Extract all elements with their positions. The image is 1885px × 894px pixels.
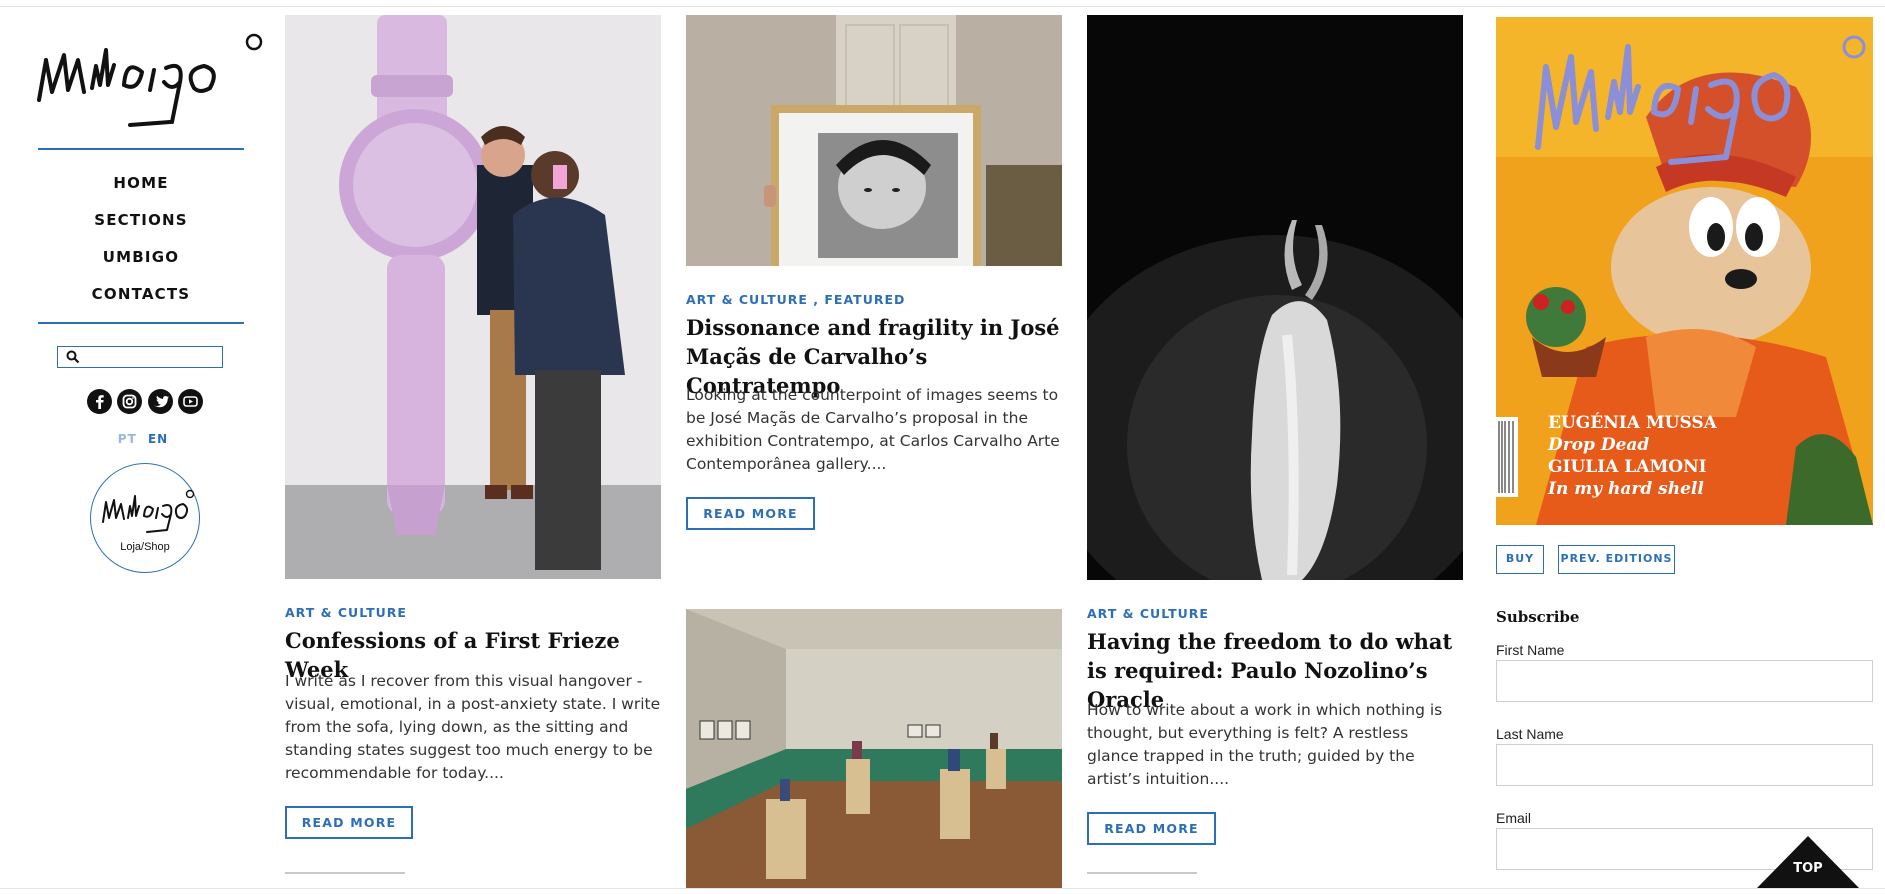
article-image-frieze[interactable] <box>285 15 661 579</box>
article-image-oracle[interactable] <box>1087 15 1463 580</box>
cover-line: Drop Dead <box>1548 435 1650 455</box>
cover-line: GIULIA LAMONI <box>1548 457 1707 477</box>
email-label: Email <box>1496 810 1532 826</box>
article-image-contratempo[interactable] <box>686 15 1062 266</box>
top-divider <box>0 6 1885 7</box>
magazine-cover[interactable]: EUGÉNIA MUSSA Drop Dead GIULIA LAMONI In… <box>1496 17 1873 525</box>
nav-home[interactable]: HOME <box>38 165 244 202</box>
article-image-gallery[interactable] <box>686 609 1062 888</box>
article-category[interactable]: ART & CULTURE <box>1087 606 1209 621</box>
article-excerpt: Looking at the counterpoint of images se… <box>686 386 1060 473</box>
prev-editions-button[interactable]: PREV. EDITIONS <box>1558 545 1675 574</box>
lang-pt[interactable]: PT <box>118 432 137 446</box>
first-name-field[interactable] <box>1496 660 1873 702</box>
cover-line: In my hard shell <box>1548 479 1704 499</box>
read-more-button[interactable]: READ MORE <box>285 806 413 839</box>
read-more-button[interactable]: READ MORE <box>686 497 815 530</box>
first-name-label: First Name <box>1496 642 1565 658</box>
shop-label: Loja/Shop <box>120 541 170 553</box>
search-input[interactable] <box>57 346 223 368</box>
nav-contacts[interactable]: CONTACTS <box>38 276 244 313</box>
nav-sections[interactable]: SECTIONS <box>38 202 244 239</box>
instagram-icon[interactable] <box>117 389 143 414</box>
language-switcher: PT EN <box>60 432 226 446</box>
nav-umbigo[interactable]: UMBIGO <box>38 239 244 276</box>
twitter-icon[interactable] <box>147 389 173 414</box>
back-to-top-button[interactable]: TOP <box>1757 836 1859 888</box>
next-article-category-peek <box>1087 872 1197 874</box>
cover-line: EUGÉNIA MUSSA <box>1548 413 1717 433</box>
article-excerpt: I write as I recover from this visual ha… <box>285 672 661 782</box>
facebook-icon[interactable] <box>87 389 112 414</box>
back-to-top-label: TOP <box>1793 861 1823 876</box>
shop-logo <box>102 489 195 533</box>
sidebar-divider <box>38 148 244 150</box>
subscribe-heading: Subscribe <box>1496 608 1580 626</box>
read-more-button[interactable]: READ MORE <box>1087 812 1216 845</box>
main-nav: HOME SECTIONS UMBIGO CONTACTS <box>38 165 244 313</box>
article-excerpt: How to write about a work in which nothi… <box>1087 701 1443 788</box>
next-article-category-peek <box>285 872 405 874</box>
search-icon <box>66 350 80 369</box>
shop-badge[interactable]: Loja/Shop <box>90 463 200 573</box>
article-category[interactable]: ART & CULTURE , FEATURED <box>686 292 905 307</box>
site-logo[interactable] <box>34 30 266 130</box>
last-name-label: Last Name <box>1496 726 1564 742</box>
sidebar: HOME SECTIONS UMBIGO CONTACTS PT EN Loja… <box>0 0 280 894</box>
sidebar-divider <box>38 322 244 324</box>
bottom-divider <box>0 888 1885 889</box>
buy-button[interactable]: BUY <box>1496 545 1544 574</box>
article-category[interactable]: ART & CULTURE <box>285 605 407 620</box>
youtube-icon[interactable] <box>177 389 203 414</box>
social-links <box>87 389 203 415</box>
last-name-field[interactable] <box>1496 744 1873 786</box>
lang-en[interactable]: EN <box>148 432 168 446</box>
